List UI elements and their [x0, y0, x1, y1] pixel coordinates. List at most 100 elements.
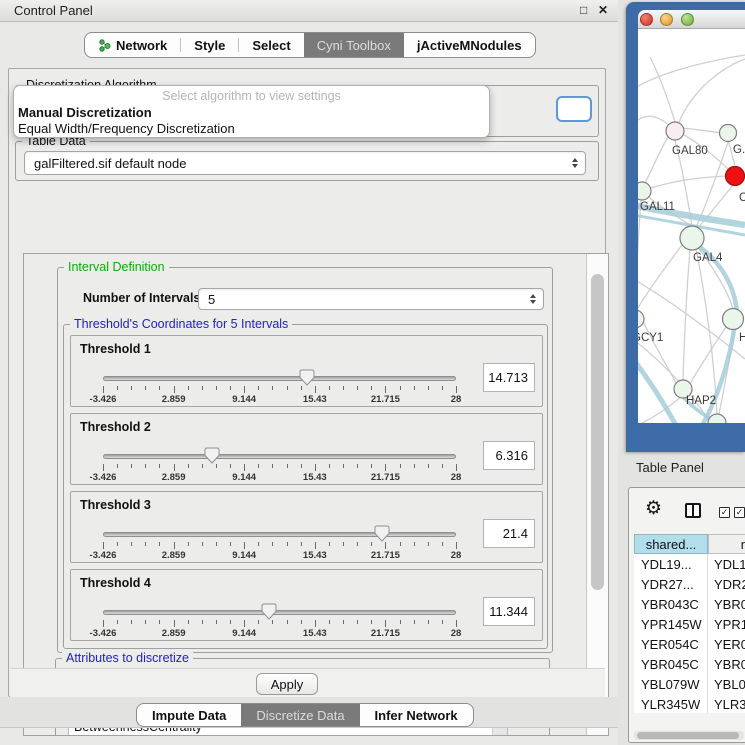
table-cell[interactable]: YPR1 — [708, 614, 745, 634]
network-node-GAL4[interactable] — [680, 226, 704, 250]
table-cell[interactable]: YBR0 — [708, 654, 745, 674]
slider-track[interactable] — [103, 454, 456, 459]
slider-thumb[interactable] — [204, 447, 220, 464]
threshold-box-1: Threshold 1-3.4262.8599.14415.4321.71528… — [70, 335, 543, 407]
table-cell[interactable]: YBR0 — [708, 594, 745, 614]
table-cell[interactable]: YLR3 — [708, 694, 745, 713]
tab-select[interactable]: Select — [239, 33, 303, 57]
slider-thumb[interactable] — [374, 525, 390, 542]
checkbox-icon[interactable]: ✓ — [719, 507, 730, 518]
mac-zoom-button[interactable] — [681, 13, 694, 26]
table-row[interactable]: YBL079WYBL0 — [634, 674, 745, 694]
gear-icon[interactable]: ⚙ — [645, 497, 662, 520]
table-cell[interactable]: YER054C — [634, 634, 708, 654]
number-of-intervals-combobox[interactable]: 5 — [198, 288, 544, 310]
network-view-window[interactable]: GAL80G.CGAL11GAL4GCY1HHAP2 — [626, 2, 745, 452]
network-edge[interactable] — [696, 249, 717, 414]
tab-style[interactable]: Style — [181, 33, 238, 57]
tab-cyni-toolbox[interactable]: Cyni Toolbox — [304, 33, 404, 57]
network-edge[interactable] — [645, 137, 668, 183]
table-cell[interactable]: YDR2 — [708, 574, 745, 594]
table-row[interactable]: YDL19...YDL1 — [634, 554, 745, 574]
column-split-icon[interactable] — [685, 503, 701, 518]
table-row[interactable]: YBR043CYBR0 — [634, 594, 745, 614]
table-cell[interactable]: YLR345W — [634, 694, 708, 713]
threshold-value-field[interactable]: 11.344 — [483, 597, 535, 626]
float-window-icon[interactable]: □ — [580, 3, 587, 17]
slider-tick-label: 21.715 — [363, 550, 407, 561]
tab-discretize-data[interactable]: Discretize Data — [241, 704, 359, 726]
slider-thumb[interactable] — [261, 603, 277, 620]
mac-minimize-button[interactable] — [660, 13, 673, 26]
tab-network[interactable]: Network — [85, 33, 180, 57]
network-node-GCY1[interactable] — [638, 310, 644, 328]
slider-tick — [400, 464, 401, 468]
table-row[interactable]: YER054CYER0 — [634, 634, 745, 654]
slider-tick — [230, 386, 231, 390]
table-row[interactable]: YBR045CYBR0 — [634, 654, 745, 674]
mac-close-button[interactable] — [640, 13, 653, 26]
network-canvas[interactable]: GAL80G.CGAL11GAL4GCY1HHAP2 — [638, 29, 745, 423]
slider-track[interactable] — [103, 532, 456, 537]
network-node-GAL11[interactable] — [638, 182, 651, 200]
settings-scrollbar-thumb[interactable] — [591, 274, 604, 590]
tab-label: Style — [194, 38, 225, 53]
table-cell[interactable]: YBR045C — [634, 654, 708, 674]
slider-tick — [287, 386, 288, 390]
network-node-node-red[interactable] — [726, 167, 745, 186]
threshold-value-field[interactable]: 14.713 — [483, 363, 535, 392]
slider-tick — [103, 542, 104, 549]
threshold-value-field[interactable]: 21.4 — [483, 519, 535, 548]
table-data-combobox[interactable]: galFiltered.sif default node — [24, 151, 586, 175]
slider-tick — [145, 464, 146, 468]
network-node-GAL80[interactable] — [666, 122, 684, 140]
table-cell[interactable]: YPR145W — [634, 614, 708, 634]
table-cell[interactable]: YBR043C — [634, 594, 708, 614]
slider-tick — [188, 620, 189, 624]
table-row[interactable]: YDR27...YDR2 — [634, 574, 745, 594]
network-node-label: GAL80 — [672, 145, 708, 157]
network-node-node-right-mid[interactable] — [723, 309, 744, 330]
table-cell[interactable]: YDL1 — [708, 554, 745, 574]
table-cell[interactable]: YDL19... — [634, 554, 708, 574]
table-row[interactable]: YLR345WYLR3 — [634, 694, 745, 713]
network-edge[interactable] — [690, 327, 726, 384]
network-edge[interactable] — [638, 245, 682, 311]
popup-option-equal-width-frequency[interactable]: Equal Width/Frequency Discretization — [18, 121, 235, 136]
table-cell[interactable]: YDR27... — [634, 574, 708, 594]
slider-thumb[interactable] — [299, 369, 315, 386]
close-icon[interactable]: ✕ — [598, 3, 608, 17]
table-cell[interactable]: YBL0 — [708, 674, 745, 694]
tab-label: Network — [116, 38, 167, 53]
network-node-node-top-right[interactable] — [720, 125, 737, 142]
network-edge[interactable] — [638, 55, 745, 89]
table-hscrollbar-thumb[interactable] — [637, 732, 739, 739]
popup-option-manual-discretization[interactable]: Manual Discretization — [18, 105, 152, 120]
table-row[interactable]: YPR145WYPR1 — [634, 614, 745, 634]
slider-tick — [456, 542, 457, 549]
tab-impute-data[interactable]: Impute Data — [137, 704, 241, 726]
slider-track[interactable] — [103, 610, 456, 615]
tab-jactivemnodules[interactable]: jActiveMNodules — [404, 33, 535, 57]
threshold-value-field[interactable]: 6.316 — [483, 441, 535, 470]
algorithm-combobox-fragment[interactable] — [556, 96, 592, 122]
table-cell[interactable]: YBL079W — [634, 674, 708, 694]
network-edge[interactable] — [638, 116, 671, 127]
slider-tick — [371, 386, 372, 390]
network-node-node-bottom[interactable] — [708, 414, 726, 423]
settings-scrollbar[interactable] — [586, 254, 608, 735]
checkbox-icon[interactable]: ✓ — [734, 507, 745, 518]
slider-track[interactable] — [103, 376, 456, 381]
table-column-header[interactable]: na — [708, 534, 745, 554]
table-hscrollbar[interactable] — [634, 731, 744, 740]
network-edge[interactable] — [683, 128, 720, 133]
table-cell[interactable]: YER0 — [708, 634, 745, 654]
table-panel-title: Table Panel — [636, 460, 704, 475]
threshold-box-4: Threshold 4-3.4262.8599.14415.4321.71528… — [70, 569, 543, 641]
network-edge[interactable] — [679, 59, 745, 122]
slider-tick — [174, 464, 175, 471]
apply-button[interactable]: Apply — [256, 673, 318, 695]
network-edge[interactable] — [650, 57, 675, 122]
table-column-header[interactable]: shared... — [634, 534, 708, 554]
tab-infer-network[interactable]: Infer Network — [360, 704, 473, 726]
